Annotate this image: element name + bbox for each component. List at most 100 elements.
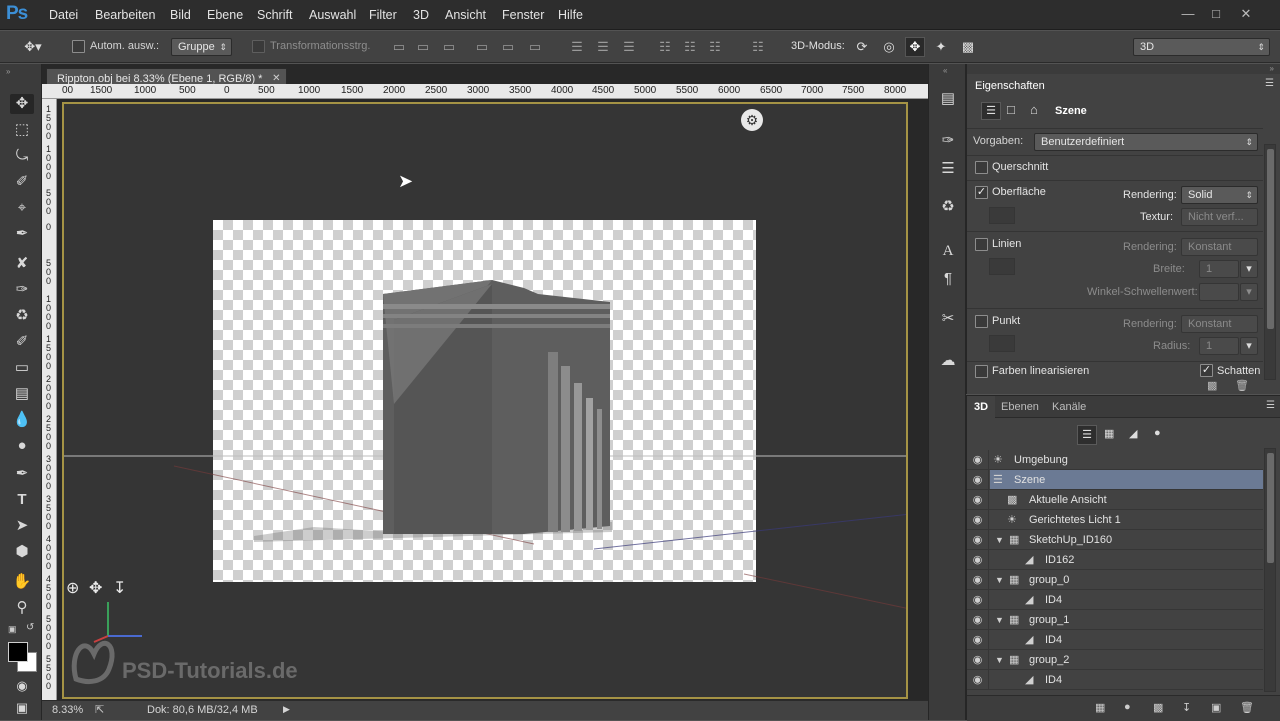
orbit-icon[interactable]: ⟳ <box>853 38 871 56</box>
visibility-eye-icon[interactable]: ◉ <box>967 490 989 510</box>
menu-hilfe[interactable]: Hilfe <box>558 0 583 30</box>
move-tool-icon[interactable]: ✥ <box>10 94 34 114</box>
eraser-tool-icon[interactable]: ▭ <box>10 358 34 378</box>
menu-datei[interactable]: Datei <box>49 0 78 30</box>
visibility-eye-icon[interactable]: ◉ <box>967 470 989 490</box>
align-right-icon[interactable]: ▭ <box>526 38 544 56</box>
properties-scrollbar[interactable] <box>1264 144 1276 380</box>
presets-dropdown[interactable]: Benutzerdefiniert <box>1034 133 1258 151</box>
visibility-eye-icon[interactable]: ◉ <box>967 630 989 650</box>
drag-3d-icon[interactable]: ✥ <box>905 37 925 57</box>
angle-threshold-input[interactable] <box>1199 283 1239 301</box>
3d-panel-scrollbar[interactable] <box>1264 448 1276 692</box>
menu-filter[interactable]: Filter <box>369 0 397 30</box>
visibility-eye-icon[interactable]: ◉ <box>967 510 989 530</box>
list-item[interactable]: ◉ ▼ ▦ group_1 <box>967 610 1263 630</box>
3d-scene-render[interactable] <box>64 104 908 699</box>
type-tool-icon[interactable]: T <box>10 490 34 510</box>
expand-arrow-icon[interactable]: ▼ <box>995 570 1004 590</box>
tab-3d[interactable]: 3D <box>967 396 995 418</box>
shadows-checkbox[interactable]: ✓ <box>1200 364 1213 377</box>
zoom-level[interactable]: 8.33% <box>52 704 83 716</box>
render-icon[interactable]: ▩ <box>1207 379 1217 392</box>
tab-ebenen[interactable]: Ebenen <box>1001 396 1039 418</box>
lines-rendering-dropdown[interactable]: Konstant <box>1181 238 1258 256</box>
list-item[interactable]: ◉ ☀ Umgebung <box>967 450 1263 470</box>
list-item[interactable]: ◉ ◢ ID4 <box>967 590 1263 610</box>
menu-ansicht[interactable]: Ansicht <box>445 0 486 30</box>
distribute-hcenter-icon[interactable]: ☷ <box>681 38 699 56</box>
paragraph-panel-icon[interactable]: ¶ <box>936 268 960 290</box>
zoom-tool-icon[interactable]: ⚲ <box>10 598 34 618</box>
lasso-tool-icon[interactable]: ⤿ <box>10 146 34 166</box>
collapse-icon[interactable]: » <box>6 67 10 76</box>
new-light-icon[interactable]: ● <box>1124 701 1131 713</box>
auto-select-dropdown[interactable]: Gruppe <box>171 38 232 56</box>
visibility-eye-icon[interactable]: ◉ <box>967 610 989 630</box>
list-item[interactable]: ◉ ☀ Gerichtetes Licht 1 <box>967 510 1263 530</box>
align-hcenter-icon[interactable]: ▭ <box>499 38 517 56</box>
drop-to-ground-icon[interactable]: ↧ <box>1182 701 1191 714</box>
blur-tool-icon[interactable]: 💧 <box>10 410 34 430</box>
properties-tab[interactable]: Eigenschaften <box>975 76 1045 96</box>
angle-dropdown-icon[interactable]: ▾ <box>1240 283 1258 301</box>
width-input[interactable]: 1 <box>1199 260 1239 278</box>
surface-color-swatch[interactable] <box>989 207 1015 224</box>
meshes-filter-icon[interactable]: ▦ <box>1104 427 1114 440</box>
stamp-tool-icon[interactable]: ♻ <box>10 306 34 326</box>
cross-section-checkbox[interactable] <box>975 161 988 174</box>
align-bottom-icon[interactable]: ▭ <box>440 38 458 56</box>
minimize-icon[interactable]: — <box>1176 4 1200 24</box>
materials-filter-icon[interactable]: ◢ <box>1129 427 1137 440</box>
tool-presets-icon[interactable]: ✂ <box>936 308 960 330</box>
panel-menu-icon[interactable]: ☰ <box>1265 78 1274 89</box>
eyedropper-tool-icon[interactable]: ✒ <box>10 224 34 244</box>
swap-colors-icon[interactable]: ↺ <box>26 622 34 633</box>
list-item[interactable]: ◉ ◢ ID4 <box>967 630 1263 650</box>
list-item[interactable]: ◉ ▼ ▦ group_2 <box>967 650 1263 670</box>
marquee-tool-icon[interactable]: ⬚ <box>10 120 34 140</box>
menu-auswahl[interactable]: Auswahl <box>309 0 356 30</box>
distribute-bottom-icon[interactable]: ☰ <box>620 38 638 56</box>
visibility-eye-icon[interactable]: ◉ <box>967 550 989 570</box>
lights-filter-icon[interactable]: ● <box>1154 427 1161 439</box>
props-collapse-icon[interactable]: » <box>1270 64 1274 73</box>
slide-3d-icon[interactable]: ✦ <box>932 38 950 56</box>
maximize-icon[interactable]: □ <box>1204 4 1228 24</box>
clone-source-icon[interactable]: ♻ <box>936 196 960 218</box>
new-mesh-icon[interactable]: ▦ <box>1095 701 1105 714</box>
texture-dropdown[interactable]: Nicht verf... <box>1181 208 1258 226</box>
quick-selection-tool-icon[interactable]: ✐ <box>10 172 34 192</box>
width-dropdown-icon[interactable]: ▾ <box>1240 260 1258 278</box>
menu-schrift[interactable]: Schrift <box>257 0 292 30</box>
history-panel-icon[interactable]: ▤ <box>936 88 960 110</box>
menu-3d[interactable]: 3D <box>413 0 429 30</box>
shape-tool-icon[interactable]: ⬢ <box>10 542 34 562</box>
canvas-frame[interactable]: ⚙ ➤ ⊕ ✥ ↧ PSD-Tutorials.de <box>62 102 908 699</box>
render-3d-icon[interactable]: ▣ <box>1211 701 1221 714</box>
export-icon[interactable]: ⇱ <box>95 703 104 716</box>
align-left-icon[interactable]: ▭ <box>473 38 491 56</box>
expand-arrow-icon[interactable]: ▼ <box>995 650 1004 670</box>
3d-scroll-thumb[interactable] <box>1267 453 1274 563</box>
default-colors-icon[interactable]: ▣ <box>8 624 17 635</box>
light-widget-icon[interactable]: ⚙ <box>741 109 763 131</box>
radius-input[interactable]: 1 <box>1199 337 1239 355</box>
surface-checkbox[interactable]: ✓ <box>975 186 988 199</box>
list-item[interactable]: ◉ ▩ Aktuelle Ansicht <box>967 490 1263 510</box>
point-color-swatch[interactable] <box>989 335 1015 352</box>
new-object-icon[interactable]: ▩ <box>1153 701 1163 714</box>
coordinates-icon[interactable]: □ <box>1007 102 1015 117</box>
3d-panel-menu-icon[interactable]: ☰ <box>1266 400 1275 411</box>
visibility-eye-icon[interactable]: ◉ <box>967 570 989 590</box>
workspace-dropdown[interactable]: 3D <box>1133 38 1270 56</box>
foreground-color-swatch[interactable] <box>8 642 28 662</box>
radius-dropdown-icon[interactable]: ▾ <box>1240 337 1258 355</box>
properties-scroll-thumb[interactable] <box>1267 149 1274 329</box>
distribute-top-icon[interactable]: ☰ <box>568 38 586 56</box>
menu-ebene[interactable]: Ebene <box>207 0 243 30</box>
environment-icon[interactable]: ⌂ <box>1030 102 1038 117</box>
menu-bild[interactable]: Bild <box>170 0 191 30</box>
visibility-eye-icon[interactable]: ◉ <box>967 670 989 690</box>
scene-tab-icon[interactable]: ☰ <box>981 102 1001 120</box>
